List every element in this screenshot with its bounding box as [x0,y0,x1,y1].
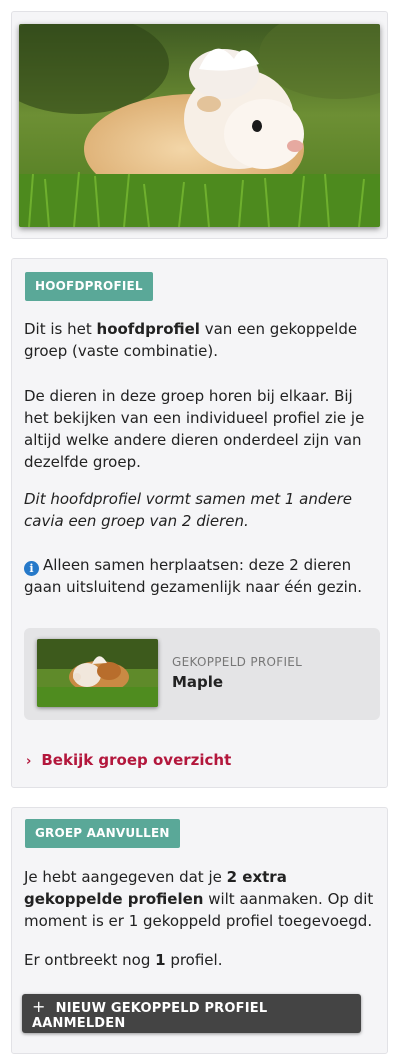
intro-text: Dit is het hoofdprofiel van een gekoppel… [24,320,358,360]
view-group-overview-link[interactable]: › Bekijk groep overzicht [26,751,231,769]
linked-profile-photo[interactable] [37,639,158,707]
extra-profiles-text: Je hebt aangegeven dat je 2 extra gekopp… [24,868,374,930]
linked-profile-card[interactable]: GEKOPPELD PROFIEL Maple [24,628,380,720]
complete-group-card: GROEP AANVULLEN Je hebt aangegeven dat j… [11,807,388,1054]
guinea-pig-thumbnail [37,639,158,707]
plus-icon: + [32,996,46,1016]
main-profile-card: HOOFDPROFIEL Dit is het hoofdprofiel van… [11,258,388,788]
linked-profile-name[interactable]: Maple [172,673,223,691]
complete-group-badge: GROEP AANVULLEN [25,819,180,848]
linked-profile-label: GEKOPPELD PROFIEL [172,655,303,669]
new-linked-profile-button[interactable]: + NIEUW GEKOPPELD PROFIEL AANMELDEN [22,994,361,1033]
main-profile-badge: HOOFDPROFIEL [25,272,153,301]
group-description: De dieren in deze groep horen bij elkaar… [24,387,365,471]
rehoming-info: i Alleen samen herplaatsen: deze 2 dieren… [24,556,363,596]
chevron-right-icon: › [26,754,32,769]
photo-card [11,11,388,239]
guinea-pig-image [19,24,380,227]
main-photo[interactable] [19,24,380,227]
info-icon: i [24,561,39,576]
missing-profiles-text: Er ontbreekt nog 1 profiel. [24,951,223,969]
group-summary: Dit hoofdprofiel vormt samen met 1 ander… [24,490,353,530]
